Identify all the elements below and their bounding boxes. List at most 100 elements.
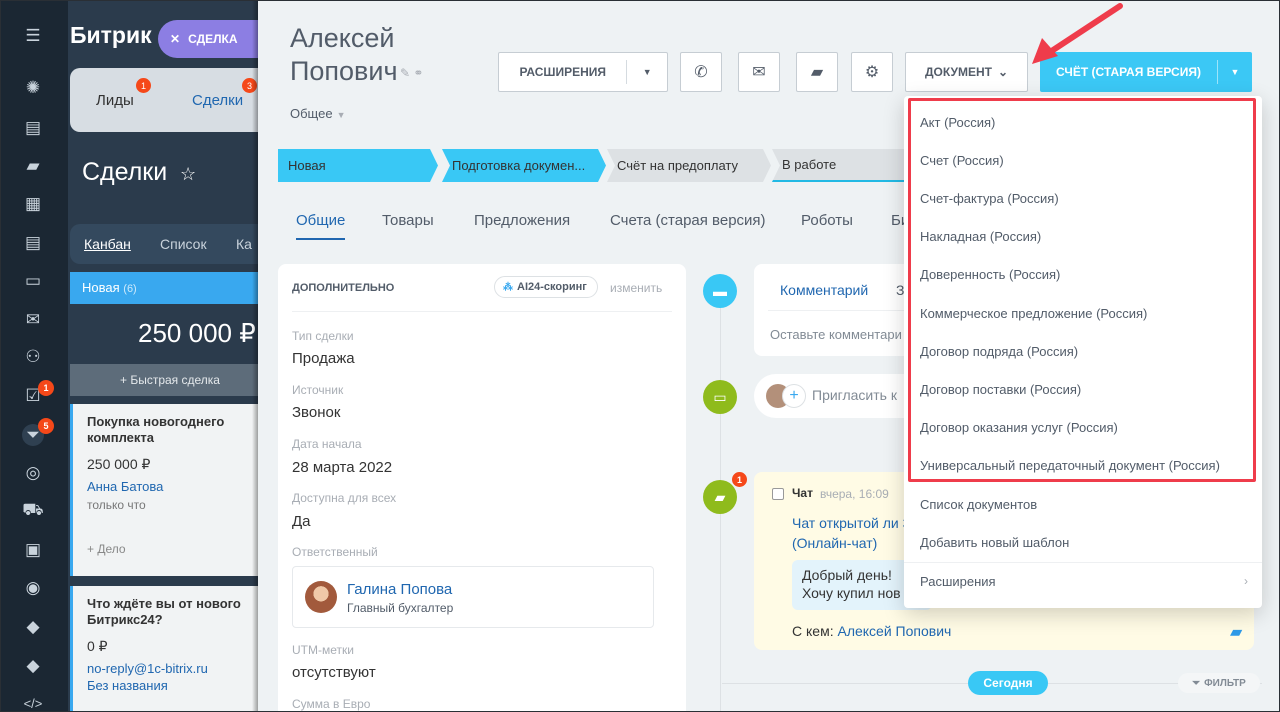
chevron-down-icon: ▼ — [336, 110, 346, 120]
background-kanban: Битрик ✕ СДЕЛКА Лиды 1 Сделки 3 Сделки ☆… — [68, 0, 258, 712]
tab-comment[interactable]: Комментарий — [780, 282, 868, 298]
comment-icon: ▬ — [703, 274, 737, 308]
responsible-name[interactable]: Галина Попова — [347, 581, 452, 598]
field-value: отсутствуют — [292, 664, 376, 681]
portal-logo: Битрик — [70, 22, 152, 48]
drive-icon[interactable]: ▭ — [22, 270, 44, 292]
ai-scoring-label: AI24-скоринг — [517, 281, 587, 293]
extensions-button[interactable]: РАСШИРЕНИЯ ▼ — [498, 52, 668, 92]
star-icon[interactable]: ☆ — [180, 164, 196, 185]
menu-item-add-template[interactable]: Добавить новый шаблон — [920, 535, 1069, 550]
chat-title: Чат — [792, 486, 813, 500]
responsible-card[interactable]: Галина Попова Главный бухгалтер — [292, 566, 654, 628]
view-kanban[interactable]: Канбан — [84, 236, 131, 252]
menu-item-document-list[interactable]: Список документов — [920, 497, 1037, 512]
field-label: Ответственный — [292, 545, 378, 559]
code-icon[interactable]: </> — [22, 692, 44, 712]
plus-icon[interactable]: + — [782, 384, 806, 408]
view-list[interactable]: Список — [160, 236, 207, 252]
avatar — [305, 581, 337, 613]
kanban-card[interactable]: Покупка новогоднего комплекта 250 000 ₽ … — [70, 404, 258, 576]
card-company[interactable]: Без названия — [87, 678, 256, 693]
field-label: UTM-метки — [292, 643, 354, 657]
calendar-icon[interactable]: ▦ — [22, 193, 44, 215]
card-contact[interactable]: no-reply@1c-bitrix.ru — [87, 661, 256, 676]
ai-scoring-icon: ⁂ — [503, 281, 513, 293]
document-button[interactable]: ДОКУМЕНТ ⌄ — [905, 52, 1028, 92]
chat-participant-link[interactable]: Алексей Попович — [837, 623, 951, 639]
extensions-label: РАСШИРЕНИЯ — [499, 60, 628, 84]
phone-icon: ✆ — [694, 64, 708, 81]
kanban-card[interactable]: Что ждёте вы от нового Битрикс24? 0 ₽ no… — [70, 586, 258, 712]
tab-general[interactable]: Общие — [296, 212, 346, 240]
card-title: Покупка новогоднего комплекта — [87, 414, 225, 445]
kanban-stage-header: Новая (6) — [70, 272, 258, 304]
chevron-down-icon: ⌄ — [997, 65, 1009, 79]
leads-badge: 1 — [136, 78, 151, 93]
stage-prepayment-invoice[interactable]: Счёт на предоплату — [607, 149, 771, 182]
field-label: Дата начала — [292, 437, 362, 451]
call-button[interactable]: ✆ — [680, 52, 722, 92]
stage-count: (6) — [123, 283, 137, 295]
category-label: Общее — [290, 106, 333, 121]
category-selector[interactable]: Общее ▼ — [290, 106, 346, 121]
target-icon[interactable]: ◎ — [22, 462, 44, 484]
divider — [292, 311, 672, 312]
chat-bubbles-icon: ▰ — [703, 480, 737, 514]
chevron-down-icon[interactable]: ▼ — [1218, 67, 1252, 77]
chevron-down-icon[interactable]: ▼ — [627, 67, 667, 77]
stage-name: Новая — [82, 280, 120, 295]
cube-icon[interactable]: ◆ — [22, 616, 44, 638]
cube-icon[interactable]: ◆ — [22, 655, 44, 677]
tab-invoices[interactable]: Счета (старая версия) — [610, 212, 766, 229]
field-value[interactable]: Да — [292, 513, 311, 530]
card-add-activity[interactable]: + Дело — [87, 542, 256, 556]
menu-item-extensions[interactable]: Расширения — [920, 574, 996, 589]
chat-button[interactable]: ▰ — [796, 52, 838, 92]
tasks-badge: 1 — [38, 380, 54, 396]
divider — [904, 562, 1262, 563]
email-button[interactable]: ✉ — [738, 52, 780, 92]
robot-icon[interactable]: ◉ — [22, 577, 44, 599]
gear-icon: ⚙ — [864, 64, 880, 81]
close-slider-button[interactable]: ✕ СДЕЛКА — [158, 20, 258, 58]
stage-new[interactable]: Новая — [278, 149, 438, 182]
tab-offers[interactable]: Предложения — [474, 212, 570, 229]
mail-icon[interactable]: ✉ — [22, 309, 44, 331]
activity-icon[interactable]: ✺ — [22, 77, 44, 99]
menu-icon[interactable]: ☰ — [22, 25, 44, 47]
tab-robots[interactable]: Роботы — [801, 212, 853, 229]
field-label: Сумма в Евро — [292, 697, 371, 711]
open-chat-icon[interactable]: ▰ — [1230, 622, 1242, 642]
edit-pencil-icon[interactable]: ✎ ⚭ — [400, 66, 423, 80]
tab-leads[interactable]: Лиды — [96, 92, 134, 109]
comment-input[interactable]: Оставьте комментари — [770, 327, 902, 342]
quick-deal-button[interactable]: + Быстрая сделка — [70, 364, 258, 396]
annotation-arrow — [1032, 3, 1123, 64]
chat-icon[interactable]: ▰ — [22, 155, 44, 177]
ai-scoring-chip[interactable]: ⁂ AI24-скоринг — [494, 276, 598, 298]
field-value[interactable]: Продажа — [292, 350, 355, 367]
edit-link[interactable]: изменить — [610, 281, 662, 295]
stage-sum: 250 000 ₽ — [138, 318, 256, 348]
settings-button[interactable]: ⚙ — [851, 52, 893, 92]
done-checkbox[interactable] — [772, 488, 784, 500]
card-time: только что — [87, 498, 146, 512]
stage-preparation[interactable]: Подготовка докумен... — [442, 149, 606, 182]
field-value[interactable]: 28 марта 2022 — [292, 459, 392, 476]
card-contact[interactable]: Анна Батова — [87, 479, 256, 494]
shop-cart-icon[interactable]: ⛟ — [22, 500, 44, 522]
tab-deals[interactable]: Сделки — [192, 92, 243, 109]
document-icon[interactable]: ▤ — [22, 232, 44, 254]
panel-heading: ДОПОЛНИТЕЛЬНО — [292, 282, 395, 294]
chat-icon: ▭ — [703, 380, 737, 414]
contact-card-icon[interactable]: ▣ — [22, 539, 44, 561]
view-calendar[interactable]: Ка — [236, 236, 252, 252]
field-label: Тип сделки — [292, 329, 354, 343]
filter-button[interactable]: ⏷ ФИЛЬТР — [1178, 673, 1260, 693]
tasks-icon[interactable]: ▤ — [22, 117, 44, 139]
contacts-icon[interactable]: ⚇ — [22, 346, 44, 368]
field-value[interactable]: Звонок — [292, 404, 340, 421]
left-rail: ☰ ✺ ▤ ▰ ▦ ▤ ▭ ✉ ⚇ ☑ 1 ⏷ 5 ◎ ⛟ ▣ ◉ ◆ ◆ </… — [0, 0, 68, 712]
tab-products[interactable]: Товары — [382, 212, 434, 229]
